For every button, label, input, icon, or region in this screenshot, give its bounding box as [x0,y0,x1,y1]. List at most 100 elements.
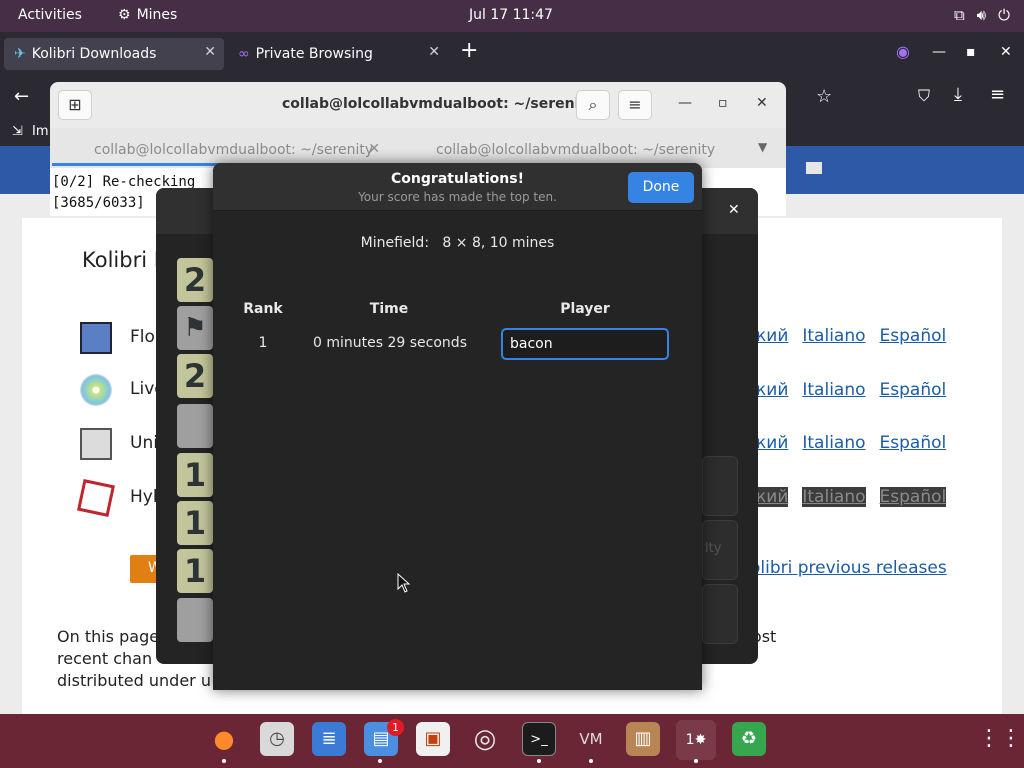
close-window-icon[interactable]: ✕ [1000,44,1012,60]
private-mask-icon: ∞ [238,46,250,62]
pocket-icon[interactable]: ⛉ [918,86,930,106]
text-editor-icon[interactable]: ≣ [312,722,346,756]
help-lifebuoy-icon[interactable]: ◎ [468,722,502,756]
tab-label: collab@lolcollabvmdualboot: ~/serenity [436,142,716,158]
terminal-tab[interactable]: collab@lolcollabvmdualboot: ~/serenity ✕ [52,134,388,166]
calendar-icon[interactable]: ◷ [260,722,294,756]
column-header-time: Time [369,301,409,317]
search-button[interactable]: ⌕ [576,90,610,120]
close-tab-icon[interactable]: ✕ [204,44,216,60]
network-icon[interactable]: ⧉ [954,6,965,24]
board-cell[interactable]: 1 [177,453,213,497]
side-panel-button[interactable] [702,456,738,516]
volume-icon[interactable]: 🔊︎ [977,6,986,24]
mines-app-icon[interactable]: 1✸ [676,720,716,760]
tab-kolibri-downloads[interactable]: ✈ Kolibri Downloads ✕ [4,38,224,70]
score-time: 0 minutes 29 seconds [313,335,467,351]
close-window-icon[interactable]: ✕ [728,202,740,218]
row-label: Uni [130,433,158,453]
language-links: кий Italiano Español [756,487,947,507]
archive-manager-icon[interactable]: ▥ [626,722,660,756]
tab-label: collab@lolcollabvmdualboot: ~/serenity [94,142,374,158]
scores-dialog: Congratulations! Your score has made the… [213,163,702,690]
minimize-icon[interactable]: — [678,95,692,111]
close-tab-icon[interactable]: ✕ [368,141,380,157]
downloads-icon[interactable]: ⤓ [954,84,962,105]
language-links: кий Italiano Español [756,433,946,453]
bookmark-star-icon[interactable]: ☆ [816,86,832,107]
player-name-input[interactable] [501,328,669,360]
link-russian[interactable]: кий [756,380,788,400]
board-cell[interactable]: 2 [177,258,213,302]
bookmark-partial[interactable]: Im [32,124,49,139]
tab-label: Kolibri Downloads [31,46,157,62]
maximize-icon[interactable]: ▪ [966,44,976,60]
board-cell[interactable]: 1 [177,501,213,545]
minefield-value: 8 × 8, 10 mines [442,235,555,251]
activities-button[interactable]: Activities [18,7,82,23]
close-window-icon[interactable]: ✕ [756,95,768,111]
back-icon[interactable]: ← [14,86,29,107]
terminal-icon[interactable]: >_ [522,722,556,756]
us-flag-icon[interactable] [806,162,822,174]
new-tab-icon[interactable]: + [460,38,478,63]
terminal-tab[interactable]: collab@lolcollabvmdualboot: ~/serenity [394,134,730,166]
clock[interactable]: Jul 17 11:47 [469,7,553,23]
side-panel-button[interactable]: lty [702,520,738,580]
minefield-info: Minefield: 8 × 8, 10 mines [213,235,702,251]
link-russian[interactable]: кий [756,487,789,507]
maximize-icon[interactable]: ▫ [718,95,728,111]
firefox-icon[interactable]: ● [207,722,241,756]
recycle-icon[interactable]: ♻ [732,722,766,756]
running-indicator [537,759,541,763]
link-espanol[interactable]: Español [880,380,947,400]
column-header-rank: Rank [243,301,283,317]
terminal-tab-bar: collab@lolcollabvmdualboot: ~/serenity ✕… [50,128,786,168]
board-cell[interactable] [177,598,213,642]
floppy-icon [80,322,112,354]
side-panel-button[interactable] [702,584,738,644]
done-button[interactable]: Done [628,172,694,203]
minimize-icon[interactable]: — [932,44,946,60]
terminal-title: collab@lolcollabvmdualboot: ~/serenity [282,96,596,112]
notification-badge: 1 [387,719,404,736]
link-italiano[interactable]: Italiano [802,433,865,453]
gear-icon: ⚙ [118,7,131,23]
link-espanol[interactable]: Español [880,433,947,453]
link-espanol[interactable]: Español [880,326,947,346]
chevron-down-icon[interactable]: ▼ [758,140,767,154]
import-bookmarks-icon[interactable]: ⇲ [12,124,23,139]
new-tab-button[interactable]: ⊞ [58,90,92,120]
software-store-icon[interactable]: ▣ [416,722,450,756]
minefield-label: Minefield: [360,235,430,251]
dock [0,714,1024,768]
faded-label: lty [705,541,722,556]
link-espanol[interactable]: Español [879,487,947,507]
running-indicator [694,759,698,763]
tab-private-browsing[interactable]: ∞ Private Browsing ✕ [228,38,448,70]
link-italiano[interactable]: Italiano [802,380,865,400]
previous-releases-link[interactable]: olibri previous releases [750,558,947,578]
running-indicator [222,759,226,763]
board-cell[interactable]: 2 [177,354,213,398]
app-menu[interactable]: ⚙ Mines [118,7,177,23]
link-russian[interactable]: кий [756,326,788,346]
show-applications-icon[interactable]: ⋮⋮ [978,722,1022,756]
close-tab-icon[interactable]: ✕ [428,44,440,60]
hamburger-menu-icon[interactable]: ≡ [990,84,1005,105]
power-icon[interactable]: ⏻ [998,6,1010,24]
system-tray[interactable]: ⧉ 🔊︎ ⏻ [954,6,1010,24]
link-italiano[interactable]: Italiano [802,487,866,507]
mouse-pointer-icon [397,573,411,593]
page-title: Kolibri I [82,248,160,272]
board-cell[interactable] [177,404,213,448]
link-russian[interactable]: кий [756,433,788,453]
gnome-top-bar: Activities ⚙ Mines Jul 17 11:47 ⧉ 🔊︎ ⏻ [0,0,1024,32]
link-italiano[interactable]: Italiano [802,326,865,346]
flag-icon[interactable]: ⚑ [177,306,213,350]
virtual-machine-icon[interactable]: VM [574,722,608,756]
menu-button[interactable]: ≡ [618,90,652,120]
board-cell[interactable]: 1 [177,549,213,593]
language-links: кий Italiano Español [756,326,946,346]
hamburger-icon: ≡ [628,95,642,114]
